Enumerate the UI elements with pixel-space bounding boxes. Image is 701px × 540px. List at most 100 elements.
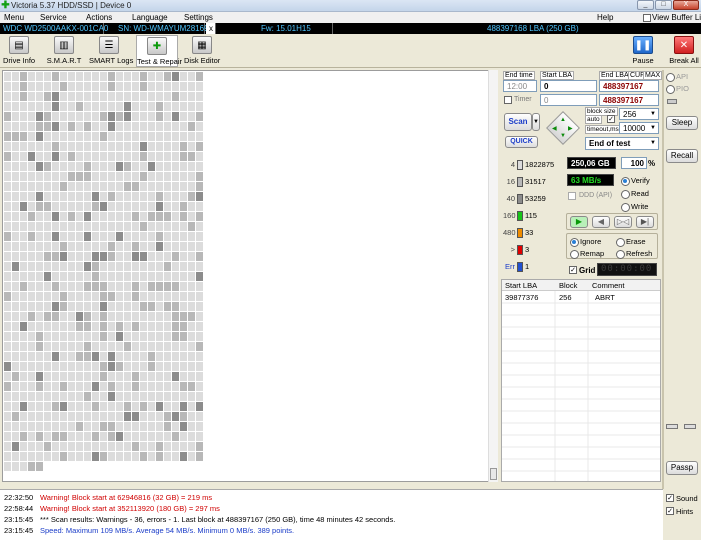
- recall-button[interactable]: Recall: [666, 149, 698, 163]
- scan-block: [132, 322, 139, 331]
- legend-swatch: [517, 228, 523, 239]
- scan-block: [140, 372, 147, 381]
- block-size-select[interactable]: 256 ▼: [619, 108, 659, 120]
- scan-block: [116, 432, 123, 441]
- direction-pad[interactable]: ▲ ▼ ◀ ▶: [545, 110, 581, 146]
- view-buffer-checkbox[interactable]: [643, 14, 651, 22]
- map-scrollbar[interactable]: [488, 70, 498, 482]
- drive-close-button[interactable]: x: [206, 23, 216, 34]
- map-scroll-thumb[interactable]: [490, 468, 497, 480]
- scan-block: [76, 312, 83, 321]
- scan-block: [44, 202, 51, 211]
- scan-block: [132, 72, 139, 81]
- write-radio[interactable]: Write: [621, 202, 648, 212]
- grid-checkbox[interactable]: ✓: [569, 266, 577, 274]
- quick-button[interactable]: QUICK: [505, 136, 538, 148]
- scan-block: [60, 332, 67, 341]
- scan-button[interactable]: Scan: [504, 113, 532, 131]
- end-of-test-select[interactable]: End of test ▼: [585, 137, 659, 150]
- drive-model[interactable]: WDC WD2500AAKX-001CA0: [0, 23, 108, 34]
- hints-checkbox[interactable]: ✓: [666, 507, 674, 515]
- scan-block: [84, 92, 91, 101]
- scan-block: [44, 282, 51, 291]
- scan-block: [148, 112, 155, 121]
- auto-checkbox[interactable]: ✓: [607, 115, 615, 123]
- read-radio[interactable]: Read: [621, 189, 649, 199]
- start-lba-input[interactable]: 0: [540, 80, 597, 92]
- scan-block: [28, 182, 35, 191]
- header-comment[interactable]: Comment: [592, 281, 625, 290]
- log-panel[interactable]: 22:32:50 Warning! Block start at 62946816…: [0, 489, 663, 540]
- scan-block: [4, 432, 11, 441]
- rewind-button[interactable]: ◀: [592, 216, 610, 228]
- scan-block: [196, 82, 203, 91]
- scan-block: [52, 342, 59, 351]
- menu-help[interactable]: Help: [597, 12, 613, 23]
- scan-block: [172, 362, 179, 371]
- break-all-button[interactable]: ✕ Break All: [668, 35, 700, 67]
- end-lba-input[interactable]: 488397167: [599, 80, 659, 92]
- smart-tab[interactable]: ▥ S.M.A.R.T: [44, 35, 84, 67]
- verify-radio[interactable]: Verify: [621, 176, 650, 186]
- sleep-button[interactable]: Sleep: [666, 116, 698, 130]
- menu-service[interactable]: Service: [40, 12, 67, 23]
- scan-block: [180, 212, 187, 221]
- ignore-radio[interactable]: Ignore: [570, 237, 601, 247]
- scan-block: [44, 142, 51, 151]
- timeout-select[interactable]: 10000 ▼: [619, 122, 659, 134]
- block-legend-row: 16 31517: [503, 177, 546, 191]
- disk-editor-tab[interactable]: ▦ Disk Editor: [184, 35, 220, 67]
- pio-radio[interactable]: PIO: [666, 84, 689, 94]
- log-entry: 22:58:44 Warning! Block start at 35211392…: [4, 503, 220, 514]
- play-button[interactable]: ▶: [570, 216, 588, 228]
- scan-block: [84, 302, 91, 311]
- api-radio[interactable]: API: [666, 72, 688, 82]
- minimize-button[interactable]: _: [637, 0, 654, 10]
- scan-block: [84, 202, 91, 211]
- smart-logs-tab[interactable]: ☰ SMART Logs: [89, 35, 133, 67]
- scan-block: [124, 342, 131, 351]
- scan-block: [124, 152, 131, 161]
- timer-input[interactable]: 0: [540, 94, 597, 106]
- arrow-left-icon[interactable]: ◀: [552, 125, 557, 132]
- end-button[interactable]: ▶|: [636, 216, 654, 228]
- header-start-lba[interactable]: Start LBA: [505, 281, 537, 290]
- erase-radio[interactable]: Erase: [616, 237, 646, 247]
- menu-menu[interactable]: Menu: [4, 12, 24, 23]
- scan-block: [36, 292, 43, 301]
- menu-actions[interactable]: Actions: [86, 12, 112, 23]
- menu-language[interactable]: Language: [132, 12, 168, 23]
- drive-info-tab[interactable]: ▤ Drive Info: [3, 35, 35, 67]
- scan-block: [100, 252, 107, 261]
- arrow-down-icon[interactable]: ▼: [560, 133, 566, 139]
- ddd-api-checkbox[interactable]: [568, 192, 576, 200]
- scan-block: [124, 442, 131, 451]
- timer-checkbox[interactable]: [504, 96, 512, 104]
- maximize-button[interactable]: □: [655, 0, 672, 10]
- max-button[interactable]: MAX: [643, 71, 663, 80]
- scan-block: [180, 372, 187, 381]
- passp-button[interactable]: Passp: [666, 461, 698, 475]
- scan-block: [36, 202, 43, 211]
- menu-settings[interactable]: Settings: [184, 12, 213, 23]
- skip-button[interactable]: ▷◁: [614, 216, 632, 228]
- refresh-radio[interactable]: Refresh: [616, 249, 652, 259]
- log-text: Warning! Block start at 62946816 (32 GB)…: [40, 493, 213, 502]
- table-row[interactable]: 39877376 256 ABRT: [502, 291, 660, 303]
- scan-block: [196, 112, 203, 121]
- close-window-button[interactable]: X: [673, 0, 699, 10]
- remap-radio[interactable]: Remap: [570, 249, 604, 259]
- scan-block: [132, 362, 139, 371]
- arrow-right-icon[interactable]: ▶: [568, 125, 573, 132]
- header-block[interactable]: Block: [559, 281, 577, 290]
- scan-dropdown-button[interactable]: ▼: [532, 113, 540, 131]
- scan-block: [164, 262, 171, 271]
- arrow-up-icon[interactable]: ▲: [560, 117, 566, 123]
- pause-button[interactable]: ❚❚ Pause: [630, 35, 656, 67]
- test-repair-tab[interactable]: ✚ Test & Repair: [136, 35, 182, 67]
- scan-block: [180, 422, 187, 431]
- end-time-input[interactable]: 12:00: [503, 80, 537, 92]
- scan-block: [188, 152, 195, 161]
- scan-block: [76, 142, 83, 151]
- sound-checkbox[interactable]: ✓: [666, 494, 674, 502]
